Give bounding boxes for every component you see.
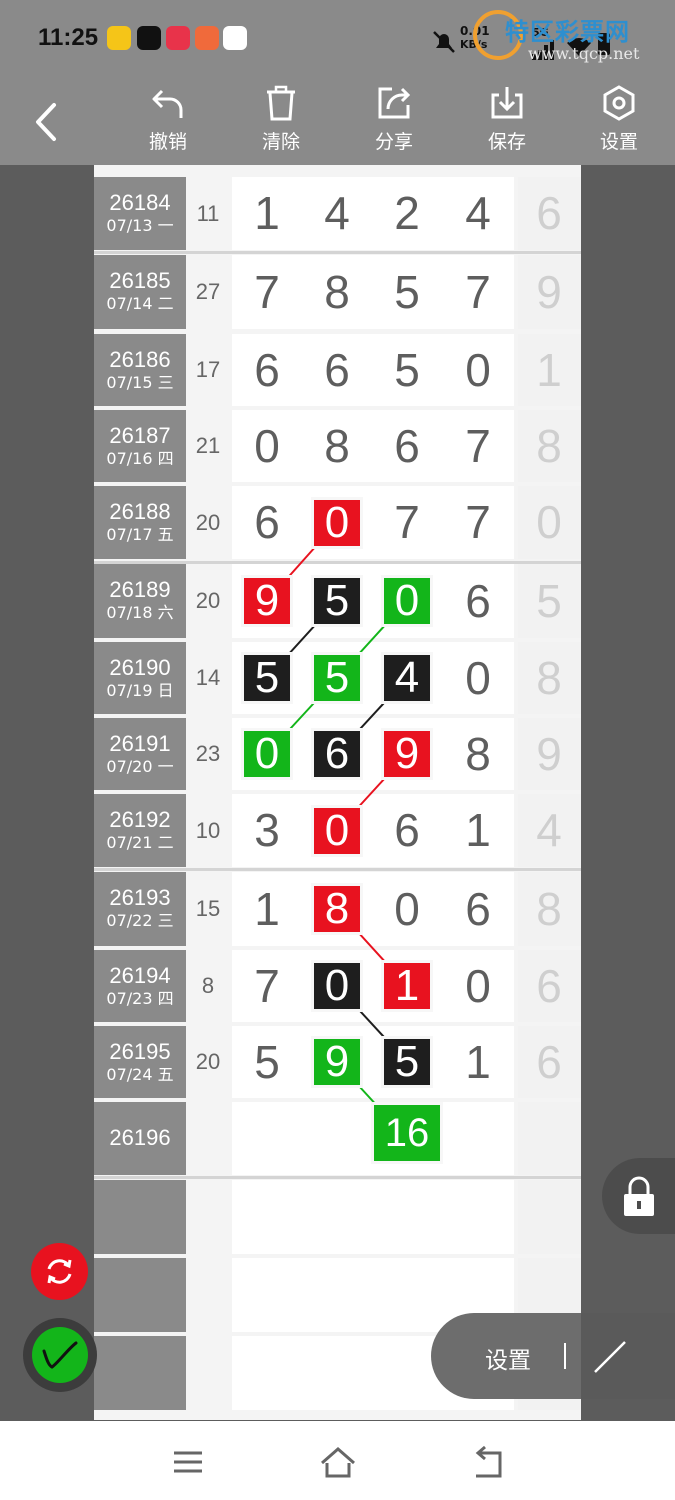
status-bar: 11:25 0.01 KB/s 5G 特区彩票网 www.tqcp.net xyxy=(0,0,675,75)
app-notification-icon xyxy=(166,26,190,50)
download-icon xyxy=(491,87,523,119)
app-notification-icon xyxy=(107,26,131,50)
highlighted-digit[interactable]: 0 xyxy=(314,499,360,546)
highlighted-digit[interactable]: 0 xyxy=(314,963,360,1009)
undo-button[interactable]: 撤销 xyxy=(133,85,203,160)
highlighted-digit[interactable]: 0 xyxy=(244,731,290,777)
toolbar: 撤销 清除 分享 保存 设置 xyxy=(0,75,675,165)
watermark-url: www.tqcp.net xyxy=(528,44,640,63)
highlighted-digit[interactable]: 6 xyxy=(314,731,360,777)
chevron-left-icon xyxy=(36,103,56,141)
clear-button[interactable]: 清除 xyxy=(246,85,316,160)
refresh-button[interactable] xyxy=(31,1243,88,1300)
mute-bell-icon xyxy=(433,31,455,53)
floating-settings-button[interactable]: 设置 xyxy=(485,1341,531,1375)
highlighted-digit[interactable]: 9 xyxy=(314,1039,360,1085)
qq-icon xyxy=(223,26,247,50)
trend-chart-grid[interactable]: 26184 07/13 一 11 1 4 2 4 6 26185 07/14 二 27 7 8 5 7 9 26… xyxy=(94,165,581,1420)
share-button[interactable]: 分享 xyxy=(359,85,429,160)
lock-button[interactable] xyxy=(602,1158,675,1234)
highlighted-digit[interactable]: 0 xyxy=(384,578,430,624)
highlighted-digit[interactable]: 8 xyxy=(314,886,360,932)
watermark-title: 特区彩票网 xyxy=(505,18,630,46)
highlighted-digit[interactable]: 0 xyxy=(314,807,360,854)
home-icon[interactable] xyxy=(318,1443,358,1483)
line-tool-button[interactable] xyxy=(581,1313,675,1399)
share-icon xyxy=(378,87,411,119)
highlighted-digit[interactable]: 9 xyxy=(384,731,430,777)
trash-icon xyxy=(267,85,295,121)
system-navbar xyxy=(0,1421,675,1500)
gear-icon xyxy=(603,85,635,121)
floating-settings-bar: 设置 xyxy=(431,1313,675,1399)
floating-divider xyxy=(564,1343,566,1369)
highlighted-digit[interactable]: 1 xyxy=(384,963,430,1009)
line-tool-icon xyxy=(594,1341,626,1373)
highlighted-digit[interactable]: 9 xyxy=(244,578,290,624)
back-button[interactable] xyxy=(30,97,70,147)
lock-icon xyxy=(624,1176,654,1216)
refresh-icon xyxy=(47,1259,72,1284)
connector-lines xyxy=(266,521,408,1140)
highlighted-digit[interactable]: 5 xyxy=(384,1039,430,1085)
undo-icon xyxy=(152,89,183,118)
menu-icon[interactable] xyxy=(168,1443,208,1483)
settings-button[interactable]: 设置 xyxy=(584,85,654,160)
pen-stroke-icon xyxy=(42,1341,78,1369)
highlighted-digit[interactable]: 5 xyxy=(244,655,290,701)
save-button[interactable]: 保存 xyxy=(472,85,542,160)
status-time: 11:25 xyxy=(38,24,99,51)
highlighted-digit[interactable]: 5 xyxy=(314,578,360,624)
highlighted-digit[interactable]: 4 xyxy=(384,655,430,701)
highlighted-digit[interactable]: 5 xyxy=(314,655,360,701)
app-notification-icon xyxy=(195,26,219,50)
tiktok-icon xyxy=(137,26,161,50)
draw-button[interactable] xyxy=(23,1318,97,1392)
back-nav-icon[interactable] xyxy=(468,1443,508,1483)
prediction-value[interactable]: 16 xyxy=(374,1104,440,1161)
